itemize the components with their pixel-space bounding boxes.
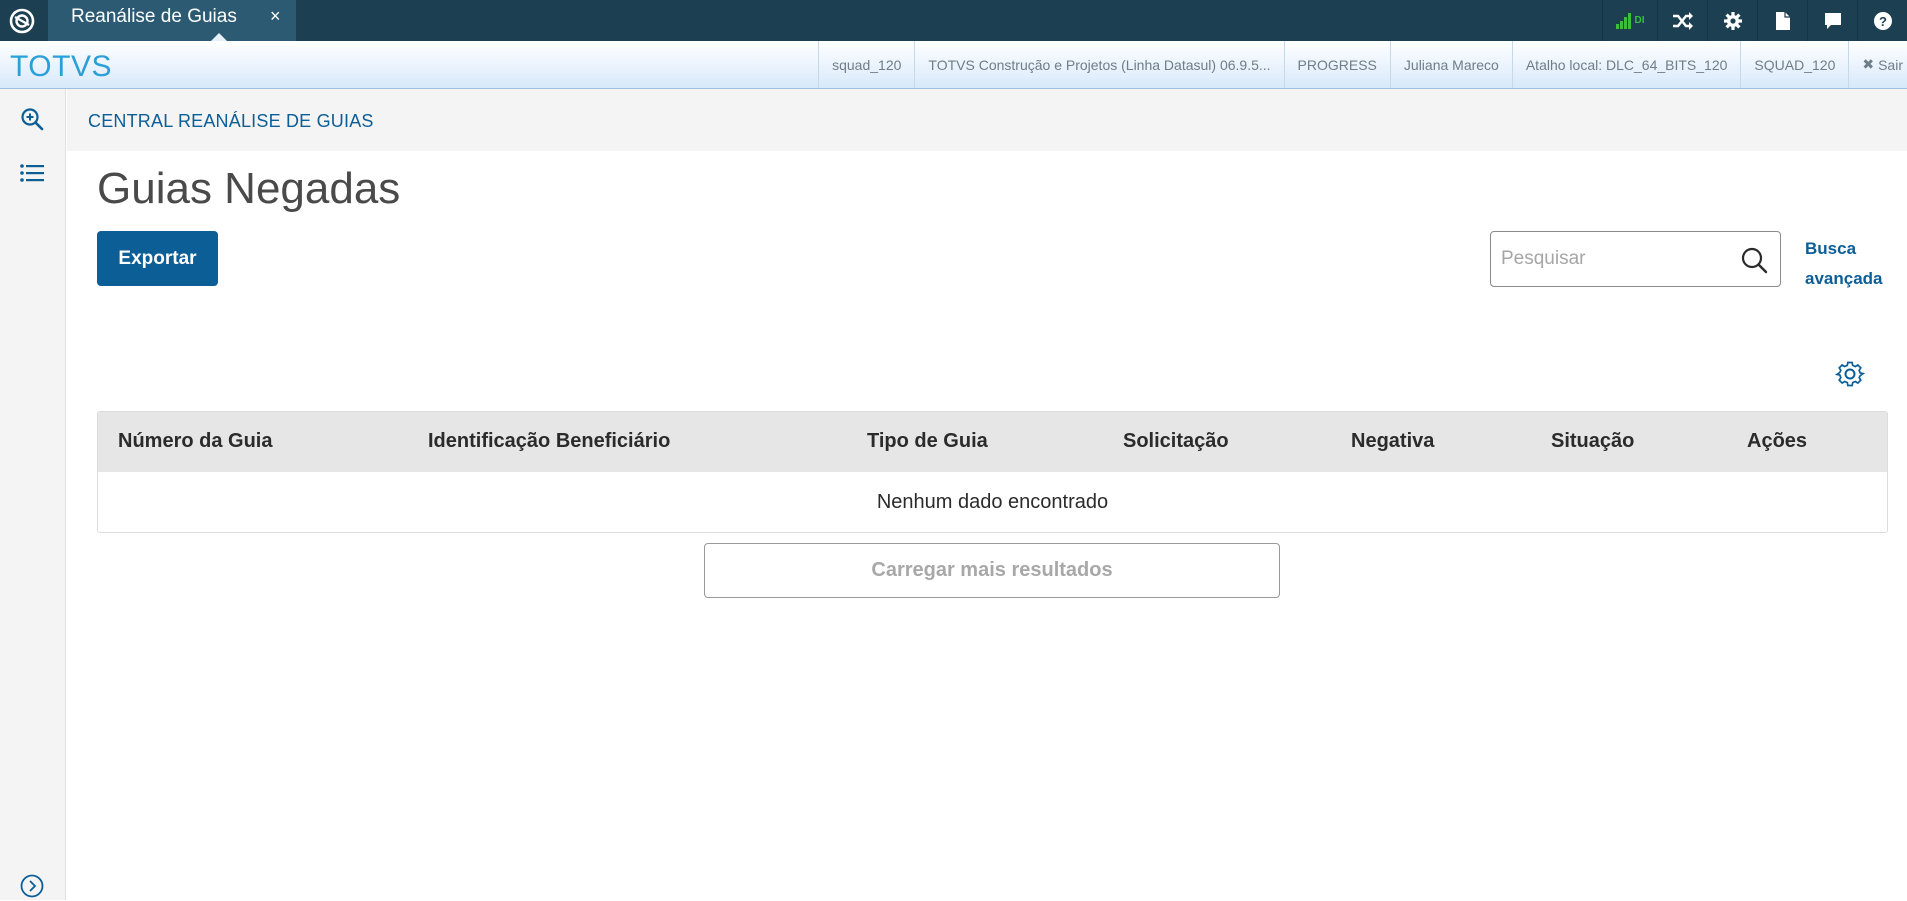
list-icon[interactable] (17, 158, 47, 188)
search-field[interactable] (1490, 231, 1781, 287)
env-database: PROGRESS (1283, 41, 1390, 88)
column-header-solicitacao[interactable]: Solicitação (1123, 430, 1229, 453)
top-bar: Reanálise de Guias × DI ? (0, 0, 1907, 41)
signal-label: DI (1634, 15, 1645, 26)
brand-logo: TOTVS (10, 50, 112, 83)
close-icon: ✖ (1862, 56, 1875, 72)
env-squad: SQUAD_120 (1740, 41, 1848, 88)
env-company: squad_120 (818, 41, 914, 88)
zoom-in-icon[interactable] (17, 104, 47, 134)
column-header-numero-guia[interactable]: Número da Guia (118, 430, 272, 453)
breadcrumb[interactable]: CENTRAL REANÁLISE DE GUIAS (88, 111, 374, 132)
breadcrumb-bar: CENTRAL REANÁLISE DE GUIAS (67, 89, 1907, 151)
gear-icon[interactable] (1707, 0, 1757, 41)
env-user: Juliana Mareco (1389, 41, 1512, 88)
tab-reanalise-guias[interactable]: Reanálise de Guias × (48, 0, 296, 41)
advanced-search-link[interactable]: Busca avançada (1805, 234, 1883, 294)
advanced-search-label-line1: Busca (1805, 239, 1857, 258)
column-header-negativa[interactable]: Negativa (1351, 430, 1434, 453)
guides-table: Número da Guia Identificação Beneficiári… (97, 411, 1888, 533)
column-header-tipo-guia[interactable]: Tipo de Guia (867, 430, 988, 453)
page-title: Guias Negadas (97, 164, 401, 213)
tab-active-indicator (211, 33, 227, 41)
environment-bar: TOTVS squad_120 TOTVS Construção e Proje… (0, 41, 1907, 89)
column-header-situacao[interactable]: Situação (1551, 430, 1634, 453)
logo-icon[interactable] (0, 0, 43, 41)
tab-label: Reanálise de Guias (71, 6, 237, 27)
table-settings-gear-icon[interactable] (1835, 359, 1865, 389)
load-more-button[interactable]: Carregar mais resultados (704, 543, 1280, 598)
sidebar (0, 89, 66, 900)
document-icon[interactable] (1757, 0, 1807, 41)
export-button[interactable]: Exportar (97, 231, 218, 286)
column-header-acoes: Ações (1747, 430, 1808, 452)
table-body: Nenhum dado encontrado (98, 472, 1887, 532)
env-shortcut: Atalho local: DLC_64_BITS_120 (1511, 41, 1741, 88)
chat-icon[interactable] (1807, 0, 1857, 41)
top-toolbar: DI ? (1602, 0, 1907, 41)
env-product: TOTVS Construção e Projetos (Linha Datas… (914, 41, 1283, 88)
help-icon[interactable]: ? (1857, 0, 1907, 41)
signal-icon[interactable]: DI (1602, 0, 1657, 41)
logout-label: Sair (1878, 56, 1903, 73)
close-icon[interactable]: × (270, 6, 281, 27)
svg-text:?: ? (1879, 14, 1887, 29)
empty-state-message: Nenhum dado encontrado (876, 491, 1109, 513)
advanced-search-label-line2: avançada (1805, 269, 1883, 288)
column-header-identificacao-beneficiario[interactable]: Identificação Beneficiário (428, 430, 670, 453)
search-icon[interactable] (1740, 246, 1768, 274)
environment-info: squad_120 TOTVS Construção e Projetos (L… (818, 41, 1907, 88)
table-header: Número da Guia Identificação Beneficiári… (98, 412, 1887, 472)
search-input[interactable] (1501, 246, 1731, 272)
logout-button[interactable]: ✖ Sair (1848, 41, 1907, 88)
expand-chevron-icon[interactable] (17, 871, 47, 901)
shuffle-icon[interactable] (1657, 0, 1707, 41)
